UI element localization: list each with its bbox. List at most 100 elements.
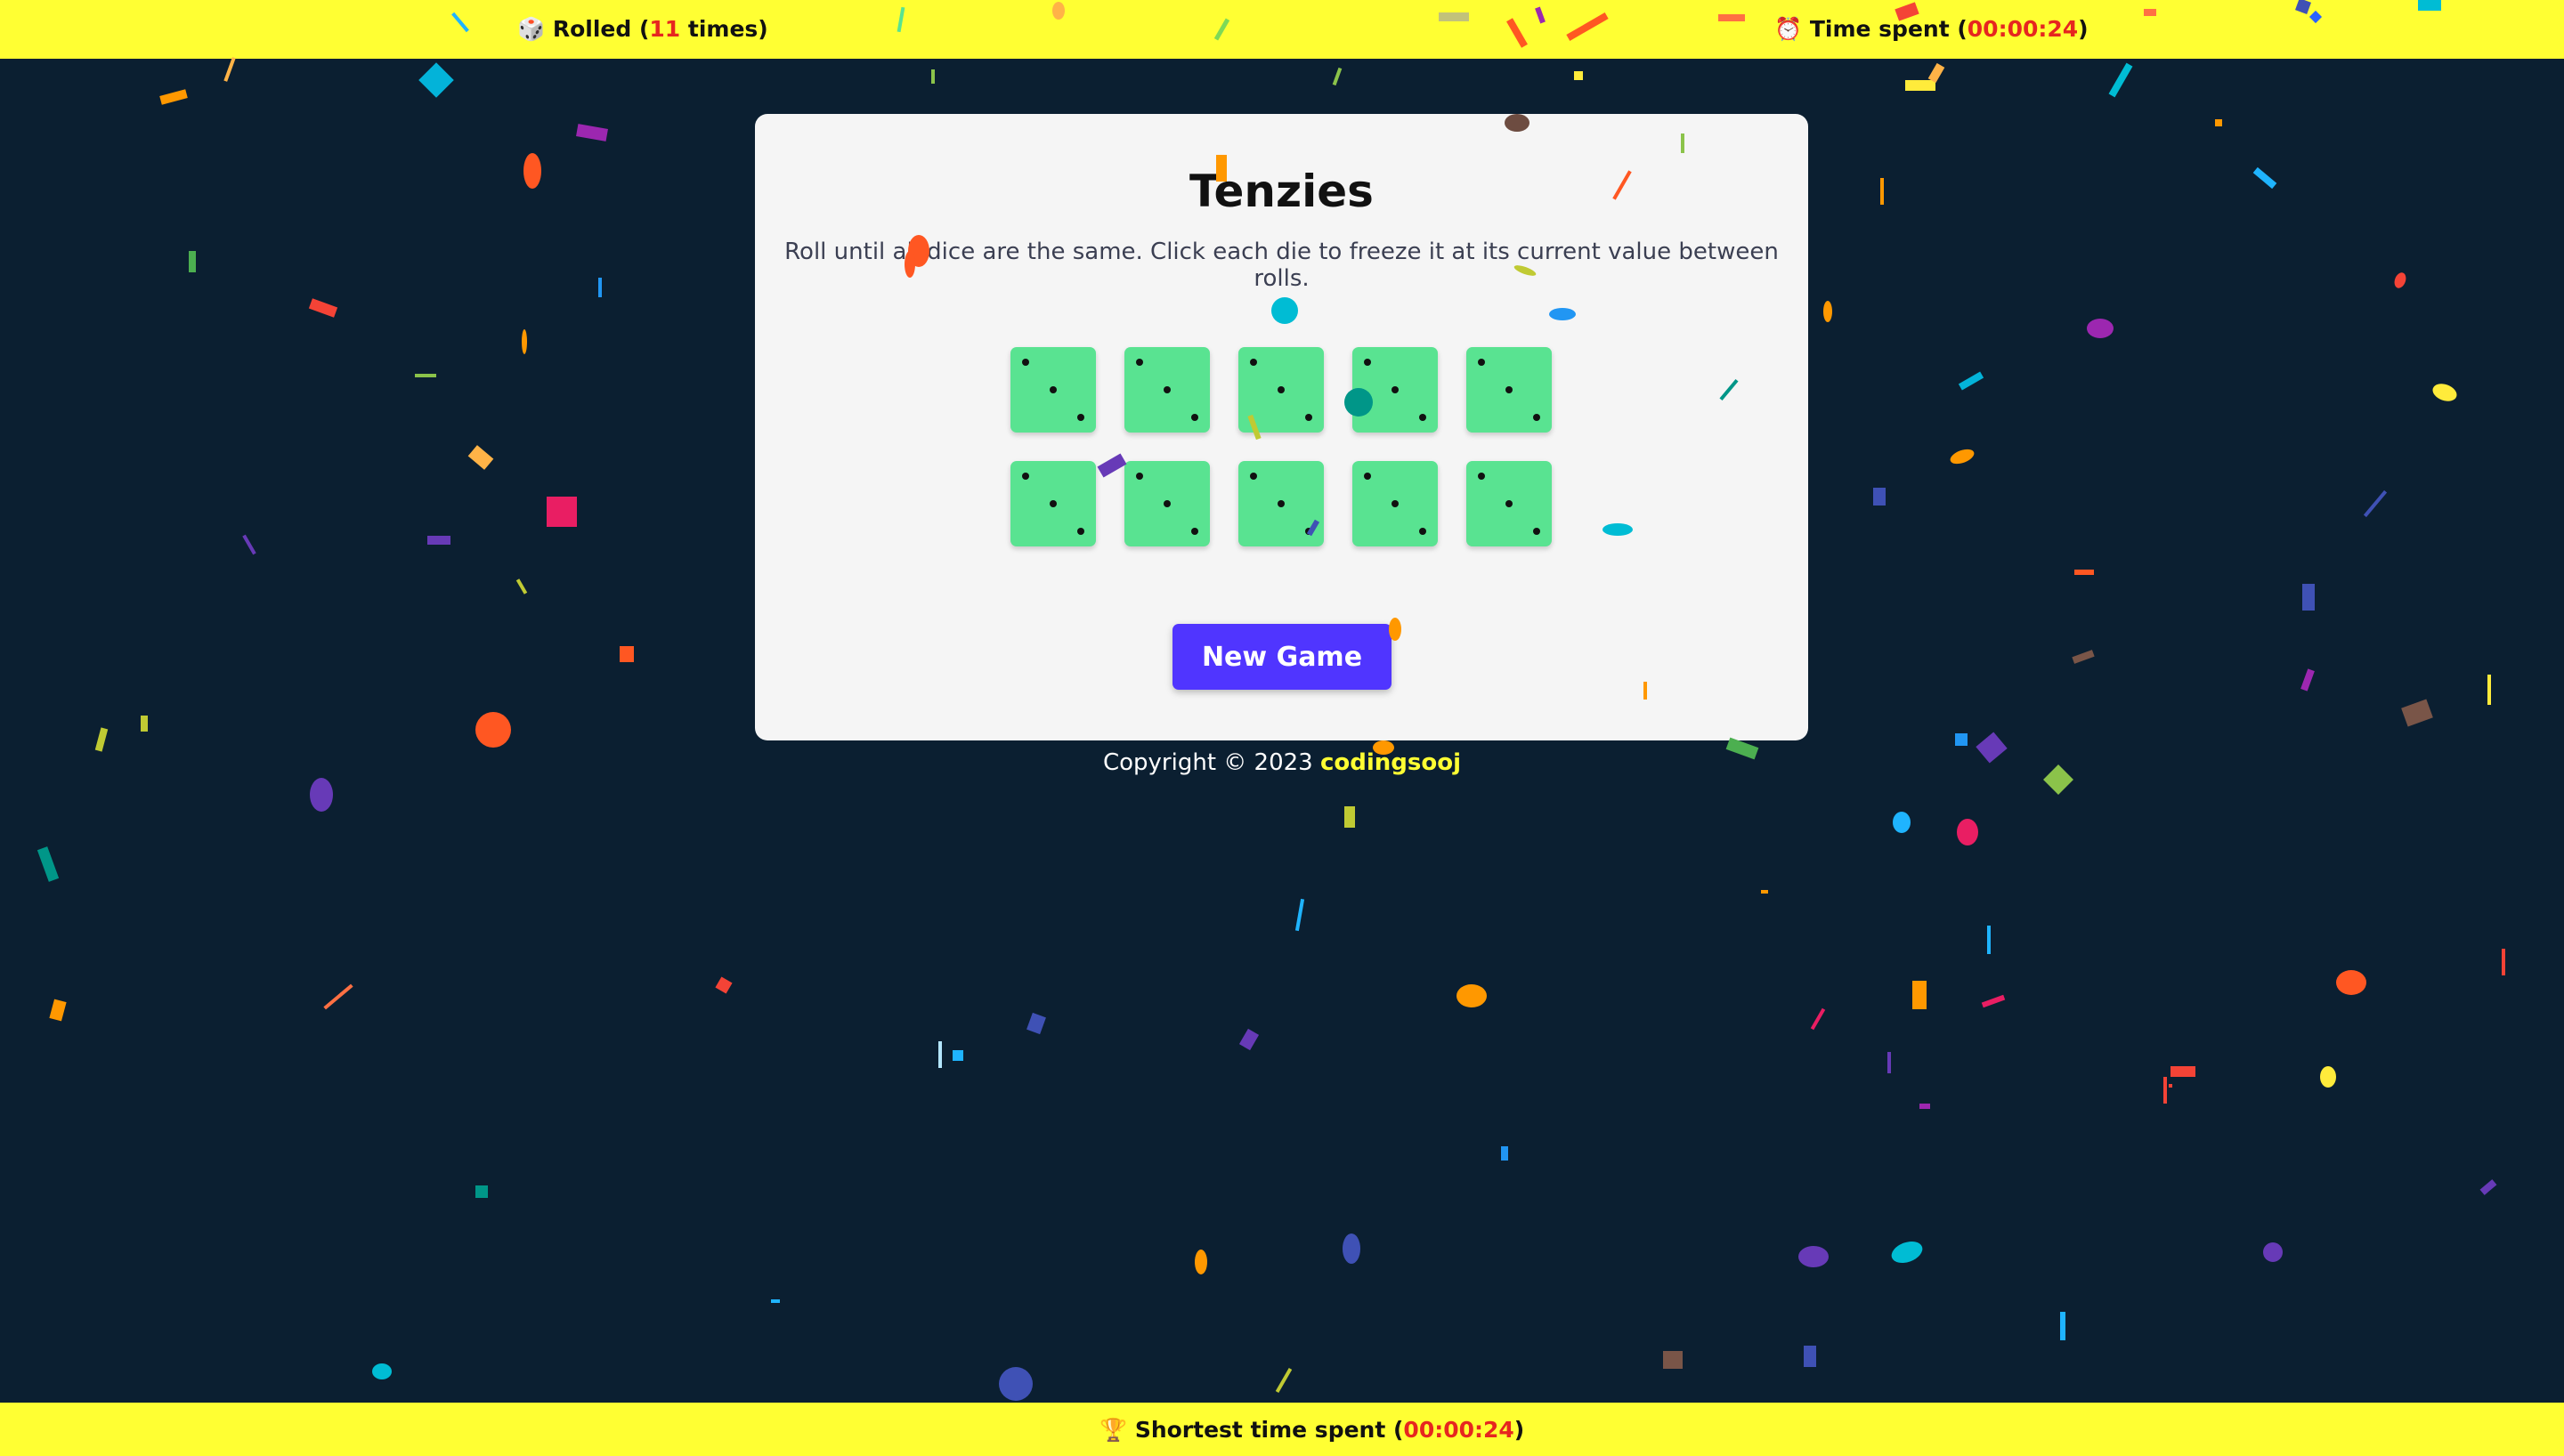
- confetti-piece: [1955, 733, 1968, 746]
- die-pip: [1077, 528, 1084, 535]
- confetti-piece: [2300, 668, 2315, 692]
- page-title: Tenzies: [1189, 166, 1374, 217]
- die-8[interactable]: [1238, 461, 1324, 546]
- die-pip: [1364, 473, 1371, 480]
- confetti-piece: [475, 1185, 488, 1198]
- confetti-piece: [953, 1050, 963, 1061]
- die-4[interactable]: [1352, 347, 1438, 433]
- best-value: 00:00:24: [1403, 1417, 1514, 1443]
- time-prefix: ⏰ Time spent (: [1774, 16, 1968, 42]
- die-pip: [1478, 473, 1485, 480]
- die-pip: [1022, 359, 1029, 366]
- die-pip: [1050, 386, 1057, 393]
- die-pip: [1305, 414, 1312, 421]
- confetti-piece: [141, 716, 148, 732]
- confetti-piece: [1919, 1104, 1930, 1109]
- confetti-piece: [2087, 319, 2114, 338]
- confetti-piece: [1344, 806, 1355, 828]
- time-spent: ⏰ Time spent (00:00:24): [1774, 16, 2089, 43]
- die-1[interactable]: [1010, 347, 1096, 433]
- confetti-piece: [1873, 488, 1886, 506]
- best-prefix: 🏆 Shortest time spent (: [1099, 1417, 1404, 1443]
- confetti-piece: [1456, 984, 1487, 1007]
- confetti-piece: [1927, 62, 1945, 84]
- confetti-piece: [2072, 650, 2095, 664]
- confetti-piece: [2336, 970, 2366, 995]
- confetti-piece: [2401, 699, 2433, 727]
- confetti-piece: [1981, 994, 2006, 1008]
- confetti-piece: [522, 329, 527, 354]
- confetti-piece: [1343, 1234, 1360, 1264]
- die-pip: [1419, 528, 1426, 535]
- die-pip: [1191, 414, 1198, 421]
- confetti-piece: [1987, 926, 1991, 954]
- top-stats-bar: 🎲 Rolled (11 times) ⏰ Time spent (00:00:…: [0, 0, 2564, 59]
- confetti-piece: [223, 57, 236, 82]
- die-5[interactable]: [1466, 347, 1552, 433]
- die-pip: [1505, 500, 1513, 507]
- confetti-piece: [2502, 949, 2505, 975]
- author-link[interactable]: codingsooj: [1320, 749, 1461, 776]
- confetti-piece: [37, 846, 60, 882]
- confetti-piece: [2252, 166, 2277, 190]
- confetti-piece: [938, 1041, 942, 1068]
- confetti-piece: [2163, 1077, 2167, 1104]
- confetti-piece: [2263, 1242, 2283, 1262]
- confetti-piece: [2108, 62, 2133, 98]
- die-pip: [1136, 359, 1143, 366]
- confetti-piece: [1294, 898, 1305, 932]
- confetti-piece: [1332, 67, 1343, 86]
- rolls-prefix: 🎲 Rolled (: [517, 16, 650, 42]
- confetti-piece: [576, 124, 608, 142]
- confetti-piece: [1574, 71, 1583, 80]
- confetti-piece: [475, 712, 511, 748]
- die-pip: [1278, 386, 1285, 393]
- confetti-piece: [2170, 1066, 2195, 1077]
- game-card: Tenzies Roll until all dice are the same…: [755, 114, 1808, 740]
- copyright-text: Copyright © 2023: [1102, 749, 1320, 776]
- confetti-piece: [372, 1363, 392, 1379]
- confetti-piece: [189, 251, 196, 272]
- confetti-piece: [467, 445, 494, 470]
- confetti-piece: [2302, 584, 2315, 611]
- die-6[interactable]: [1010, 461, 1096, 546]
- die-3[interactable]: [1238, 347, 1324, 433]
- confetti-piece: [323, 983, 353, 1010]
- new-game-button[interactable]: New Game: [1172, 624, 1392, 690]
- die-10[interactable]: [1466, 461, 1552, 546]
- confetti-piece: [2074, 570, 2094, 575]
- confetti-piece: [620, 646, 634, 662]
- confetti-piece: [1958, 371, 1984, 391]
- die-7[interactable]: [1124, 461, 1210, 546]
- time-value: 00:00:24: [1967, 16, 2079, 42]
- die-pip: [1278, 500, 1285, 507]
- confetti-piece: [1893, 812, 1911, 833]
- confetti-piece: [1823, 301, 1832, 322]
- confetti-piece: [2363, 489, 2388, 518]
- confetti-piece: [2479, 1179, 2497, 1195]
- confetti-piece: [1501, 1146, 1508, 1161]
- die-pip: [1392, 386, 1399, 393]
- confetti-piece: [1798, 1246, 1829, 1267]
- die-9[interactable]: [1352, 461, 1438, 546]
- die-2[interactable]: [1124, 347, 1210, 433]
- die-pip: [1364, 359, 1371, 366]
- confetti-piece: [94, 727, 109, 752]
- instructions-text: Roll until all dice are the same. Click …: [784, 239, 1779, 292]
- confetti-piece: [1804, 1346, 1816, 1367]
- confetti-piece: [308, 298, 338, 318]
- confetti-piece: [242, 534, 256, 555]
- copyright: Copyright © 2023 codingsooj: [0, 749, 2564, 776]
- confetti-piece: [515, 578, 528, 595]
- die-pip: [1164, 386, 1171, 393]
- die-pip: [1250, 359, 1257, 366]
- confetti-piece: [1957, 819, 1978, 845]
- confetti-piece: [1663, 1351, 1683, 1369]
- confetti-piece: [715, 976, 733, 994]
- confetti-piece: [1912, 981, 1927, 1009]
- confetti-piece: [2169, 1084, 2172, 1088]
- confetti-piece: [2060, 1312, 2065, 1340]
- die-pip: [1077, 414, 1084, 421]
- confetti-piece: [999, 1367, 1033, 1401]
- die-pip: [1191, 528, 1198, 535]
